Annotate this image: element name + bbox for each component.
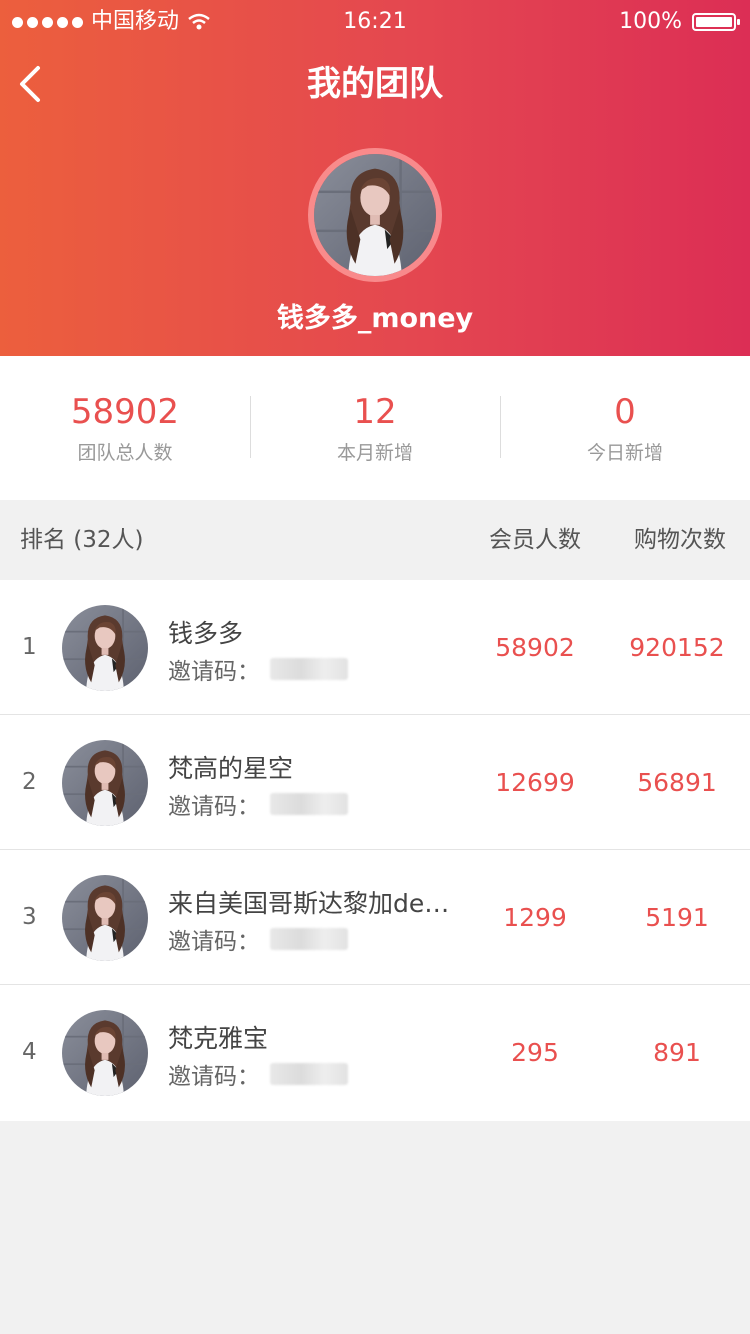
invite-code: 邀请码： — [168, 1057, 348, 1091]
invite-code-blurred — [270, 928, 348, 950]
invite-code: 邀请码： — [168, 787, 348, 821]
ranking-list: 1 钱多多 邀请码： 58902 920152 2 梵高的星空 邀请码： 126… — [0, 580, 750, 1121]
member-count: 1299 — [503, 903, 567, 932]
rank-number: 1 — [22, 634, 37, 660]
purchase-count: 891 — [653, 1038, 701, 1067]
invite-code: 邀请码： — [168, 922, 348, 956]
stat-today-new: 0 今日新增 — [500, 356, 750, 500]
member-name: 梵高的星空 — [168, 754, 294, 783]
profile-avatar[interactable] — [308, 148, 442, 282]
avatar — [62, 1010, 148, 1096]
invite-code-blurred — [270, 1063, 348, 1085]
battery-percent: 100% — [619, 9, 682, 34]
table-row[interactable]: 4 梵克雅宝 邀请码： 295 891 — [0, 985, 750, 1121]
profile-username: 钱多多_money — [276, 303, 474, 334]
invite-code: 邀请码： — [168, 652, 348, 686]
table-row[interactable]: 3 来自美国哥斯达黎加de… 邀请码： 1299 5191 — [0, 850, 750, 985]
battery-info: 100% — [619, 0, 740, 44]
avatar — [62, 875, 148, 961]
member-count: 295 — [511, 1038, 559, 1067]
members-header: 会员人数 — [489, 527, 581, 553]
invite-code-label: 邀请码： — [168, 1064, 260, 1090]
purchase-count: 5191 — [645, 903, 709, 932]
team-stats: 58902 团队总人数 12 本月新增 0 今日新增 — [0, 356, 750, 500]
member-count: 12699 — [495, 768, 575, 797]
invite-code-label: 邀请码： — [168, 794, 260, 820]
stat-month-new: 12 本月新增 — [250, 356, 500, 500]
invite-code-label: 邀请码： — [168, 659, 260, 685]
purchase-count: 920152 — [629, 633, 725, 662]
rank-number: 3 — [22, 904, 37, 930]
avatar — [62, 740, 148, 826]
stat-label: 本月新增 — [336, 442, 413, 464]
battery-icon — [692, 13, 740, 31]
stat-value: 0 — [614, 392, 636, 432]
invite-code-blurred — [270, 658, 348, 680]
stat-label: 团队总人数 — [77, 442, 173, 464]
purchases-header: 购物次数 — [634, 527, 726, 553]
member-name: 钱多多 — [168, 619, 244, 648]
member-name: 梵克雅宝 — [168, 1024, 269, 1053]
rank-number: 4 — [22, 1039, 37, 1065]
table-row[interactable]: 2 梵高的星空 邀请码： 12699 56891 — [0, 715, 750, 850]
stat-label: 今日新增 — [586, 442, 663, 464]
table-row[interactable]: 1 钱多多 邀请码： 58902 920152 — [0, 580, 750, 715]
stat-total-members: 58902 团队总人数 — [0, 356, 250, 500]
member-count: 58902 — [495, 633, 575, 662]
member-name: 来自美国哥斯达黎加de… — [168, 889, 450, 918]
invite-code-label: 邀请码： — [168, 929, 260, 955]
rank-header: 排名 (32人) — [20, 527, 144, 553]
table-header: 排名 (32人) 会员人数 购物次数 — [0, 500, 750, 580]
avatar — [62, 605, 148, 691]
stat-value: 12 — [353, 392, 397, 432]
rank-number: 2 — [22, 769, 37, 795]
nav-bar: 我的团队 — [0, 44, 750, 124]
header: 中国移动 16:21 100% 我的团队 钱多多_money — [0, 0, 750, 356]
purchase-count: 56891 — [637, 768, 717, 797]
page-title: 我的团队 — [307, 64, 443, 104]
stat-value: 58902 — [70, 392, 180, 432]
status-bar: 中国移动 16:21 100% — [0, 0, 750, 44]
invite-code-blurred — [270, 793, 348, 815]
